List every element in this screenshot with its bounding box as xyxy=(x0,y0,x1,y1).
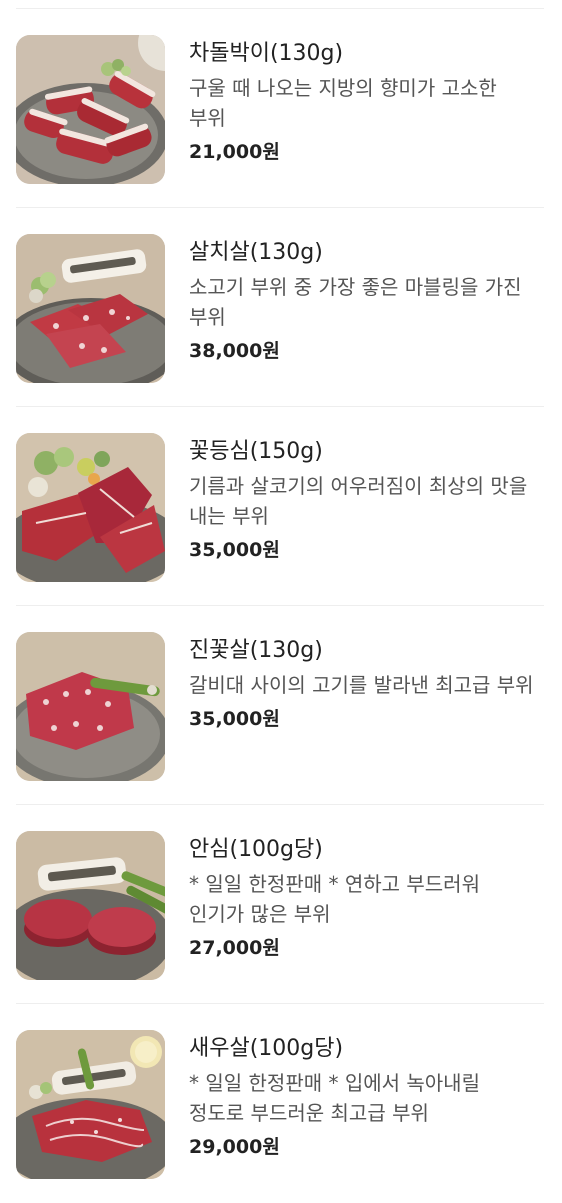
menu-item-salchisal[interactable]: 살치살(130g) 소고기 부위 중 가장 좋은 마블링을 가진 부위 38,0… xyxy=(0,208,562,407)
chuck-flap-photo xyxy=(16,234,165,383)
menu-item-name: 꽃등심(150g) xyxy=(189,439,323,464)
menu-item-kkotdeungsim[interactable]: 꽃등심(150g) 기름과 살코기의 어우러짐이 최상의 맛을 내는 부위 35… xyxy=(0,407,562,606)
ribeye-cap-photo xyxy=(16,1030,165,1179)
menu-item-name: 살치살(130g) xyxy=(189,240,323,265)
ribeye-photo xyxy=(16,433,165,582)
menu-item-price: 21,000원 xyxy=(189,141,280,163)
menu-item-name: 안심(100g당) xyxy=(189,837,323,862)
menu-item-name: 진꽃살(130g) xyxy=(189,638,323,663)
menu-list: 차돌박이(130g) 구울 때 나오는 지방의 향미가 고소한 부위 21,00… xyxy=(0,0,562,1180)
menu-item-description: * 일일 한정판매 * 입에서 녹아내릴 정도로 부드러운 최고급 부위 xyxy=(189,1071,480,1125)
menu-item-description: 기름과 살코기의 어우러짐이 최상의 맛을 내는 부위 xyxy=(189,474,528,528)
menu-item-name: 차돌박이(130g) xyxy=(189,41,344,66)
intercostal-photo xyxy=(16,632,165,781)
menu-item-description: 구울 때 나오는 지방의 향미가 고소한 부위 xyxy=(189,76,497,130)
menu-item-description: 소고기 부위 중 가장 좋은 마블링을 가진 부위 xyxy=(189,275,522,329)
menu-item-price: 38,000원 xyxy=(189,340,280,362)
menu-item-price: 35,000원 xyxy=(189,708,280,730)
menu-item-saeusal[interactable]: 새우살(100g당) * 일일 한정판매 * 입에서 녹아내릴 정도로 부드러운… xyxy=(0,1004,562,1203)
menu-item-description: * 일일 한정판매 * 연하고 부드러워 인기가 많은 부위 xyxy=(189,872,480,926)
menu-item-description: 갈비대 사이의 고기를 발라낸 최고급 부위 xyxy=(189,673,534,697)
menu-item-price: 35,000원 xyxy=(189,539,280,561)
menu-item-jinkkotsal[interactable]: 진꽃살(130g) 갈비대 사이의 고기를 발라낸 최고급 부위 35,000원 xyxy=(0,606,562,805)
beef-brisket-photo xyxy=(16,35,165,184)
menu-item-price: 27,000원 xyxy=(189,937,280,959)
tenderloin-photo xyxy=(16,831,165,980)
menu-item-chadolbagi[interactable]: 차돌박이(130g) 구울 때 나오는 지방의 향미가 고소한 부위 21,00… xyxy=(0,9,562,208)
menu-item-name: 새우살(100g당) xyxy=(189,1036,344,1061)
menu-item-price: 29,000원 xyxy=(189,1136,280,1158)
menu-item-ansim[interactable]: 안심(100g당) * 일일 한정판매 * 연하고 부드러워 인기가 많은 부위… xyxy=(0,805,562,1004)
